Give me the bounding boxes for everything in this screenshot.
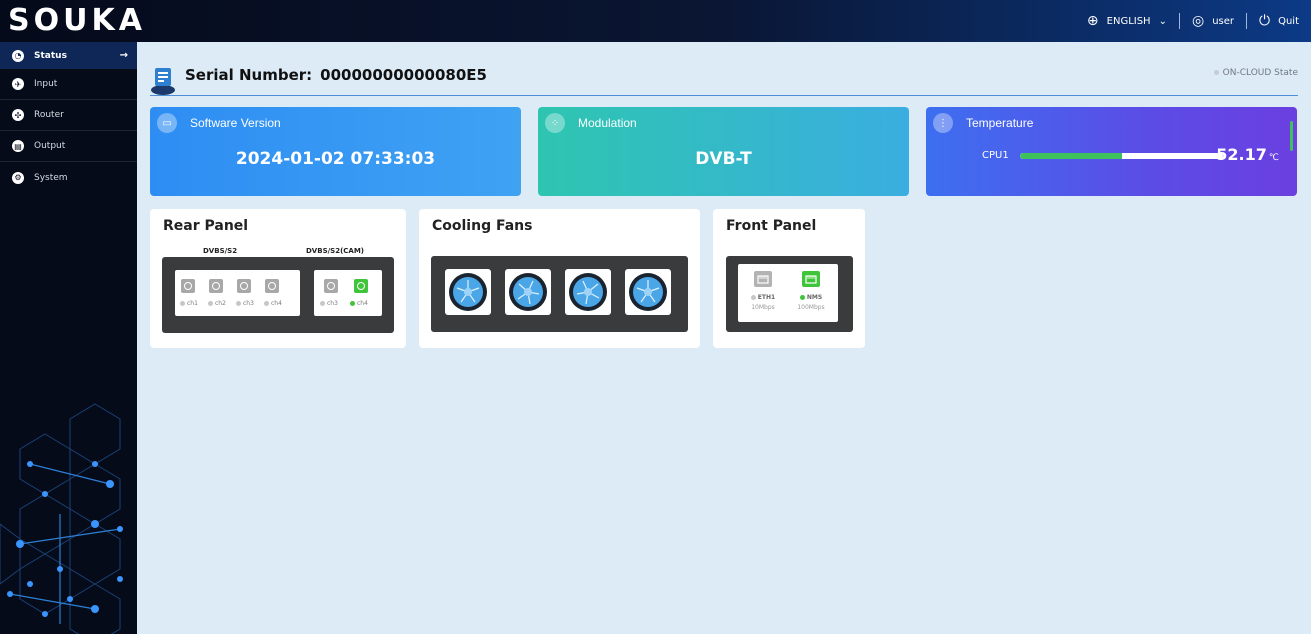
channel-label: ch4 [350,300,368,307]
sidebar-item-label: Input [34,79,58,89]
modulation-value: DVB-T [695,149,752,169]
device-icon [151,68,175,95]
card-title: Modulation [578,116,637,130]
channel-label: ch4 [264,300,282,307]
temperature-card: ⋮ Temperature CPU1 52.17 ℃ [926,107,1297,196]
rear-group2-label: DVBS/S2(CAM) [306,247,364,255]
user-icon: ◎ [1191,13,1205,29]
channel-label: ch3 [236,300,254,307]
fans-box [431,256,688,332]
arrow-right-icon: → [119,50,128,61]
cloud-status-dot [1213,70,1219,75]
sidebar-item-status[interactable]: ◔ Status → [0,42,137,69]
front-panel: Front Panel ETH1 NMS 10Mbps 100Mbps [713,209,865,348]
ethernet-port-icon [802,271,820,287]
user-menu[interactable]: user [1212,16,1234,27]
thermometer-icon: ⋮ [933,113,953,133]
fan-icon [449,273,487,311]
divider [1246,13,1247,29]
rear-port-group-2: ch3 ch4 [314,270,382,316]
language-select[interactable]: ENGLISH [1107,16,1151,27]
top-bar: SOUKA ⊕ ENGLISH ⌄ ◎ user ⏻ Quit [0,0,1311,42]
quit-button[interactable]: Quit [1278,16,1299,27]
eth1-speed: 10Mbps [751,304,775,311]
nms-speed: 100Mbps [797,304,825,311]
scroll-indicator[interactable] [1290,121,1293,151]
sidebar-item-label: Status [34,50,67,61]
sidebar-item-input[interactable]: ✈ Input [0,69,137,100]
globe-icon: ⊕ [1086,13,1099,29]
cpu-temperature-number: 52.17 [1216,145,1267,164]
channel-label: ch1 [180,300,198,307]
sidebar-item-system[interactable]: ⚙ System [0,162,137,193]
front-panel-box: ETH1 NMS 10Mbps 100Mbps [726,256,853,332]
channel-label: ch2 [208,300,226,307]
sidebar-item-router[interactable]: ✣ Router [0,100,137,131]
cloud-state: ON-CLOUD State [1213,68,1298,78]
system-icon: ⚙ [12,171,24,184]
port-cam-ch3 [324,279,338,293]
status-icon: ◔ [12,49,24,62]
sidebar-item-label: System [34,172,68,183]
top-actions: ⊕ ENGLISH ⌄ ◎ user ⏻ Quit [1087,0,1299,42]
serial-header: Serial Number: 00000000000080E5 ON-CLOUD … [150,60,1298,96]
modulation-card: ⁘ Modulation DVB-T [538,107,909,196]
sidebar-item-label: Router [34,110,64,120]
sidebar-item-label: Output [34,141,66,151]
software-version-card: ▭ Software Version 2024-01-02 07:33:03 [150,107,521,196]
cpu-label: CPU1 [982,150,1009,161]
panel-title: Cooling Fans [432,218,533,234]
sidebar-item-output[interactable]: ▤ Output [0,131,137,162]
cpu-temperature-fill [1020,153,1122,159]
card-title: Temperature [966,116,1034,130]
chevron-down-icon[interactable]: ⌄ [1159,16,1167,27]
brand-logo: SOUKA [8,3,146,38]
router-icon: ✣ [12,109,24,121]
rear-panel-box: ch1 ch2 ch3 ch4 ch3 ch4 [162,257,394,333]
serial-number: Serial Number: 00000000000080E5 [185,66,487,84]
card-title: Software Version [190,116,281,130]
network-port-group: ETH1 NMS 10Mbps 100Mbps [738,264,838,322]
serial-number-label: Serial Number: [185,66,313,84]
cpu-temperature-bar [1020,153,1223,159]
port-ch1 [181,279,195,293]
eth1-label: ETH1 [743,294,783,301]
port-ch4 [265,279,279,293]
power-icon[interactable]: ⏻ [1259,13,1270,29]
fan-icon [629,273,667,311]
fan-3 [565,269,611,315]
software-icon: ▭ [157,113,177,133]
port-cam-ch4 [354,279,368,293]
cooling-fans-panel: Cooling Fans [419,209,700,348]
cloud-state-label: ON-CLOUD State [1222,68,1298,78]
ethernet-port-icon [754,271,772,287]
modulation-icon: ⁘ [545,113,565,133]
fan-4 [625,269,671,315]
cpu-temperature-value: 52.17 ℃ [1216,145,1279,164]
rear-panel: Rear Panel DVBS/S2 DVBS/S2(CAM) ch1 ch2 … [150,209,406,348]
channel-label: ch3 [320,300,338,307]
fan-1 [445,269,491,315]
sidebar: ◔ Status → ✈ Input ✣ Router ▤ Output ⚙ S… [0,42,137,634]
cpu-temperature-unit: ℃ [1268,153,1279,163]
output-icon: ▤ [12,140,24,152]
divider [1178,13,1180,29]
fan-icon [569,273,607,311]
nms-label: NMS [791,294,831,301]
panel-title: Front Panel [726,218,817,234]
port-ch3 [237,279,251,293]
port-ch2 [209,279,223,293]
fan-2 [505,269,551,315]
rear-port-group-1: ch1 ch2 ch3 ch4 [175,270,300,316]
software-version-value: 2024-01-02 07:33:03 [235,149,436,169]
rear-group1-label: DVBS/S2 [203,247,238,255]
input-icon: ✈ [12,78,24,90]
panel-title: Rear Panel [163,218,249,234]
serial-number-value: 00000000000080E5 [320,66,487,84]
fan-icon [509,273,547,311]
hexagon-background [0,403,123,634]
